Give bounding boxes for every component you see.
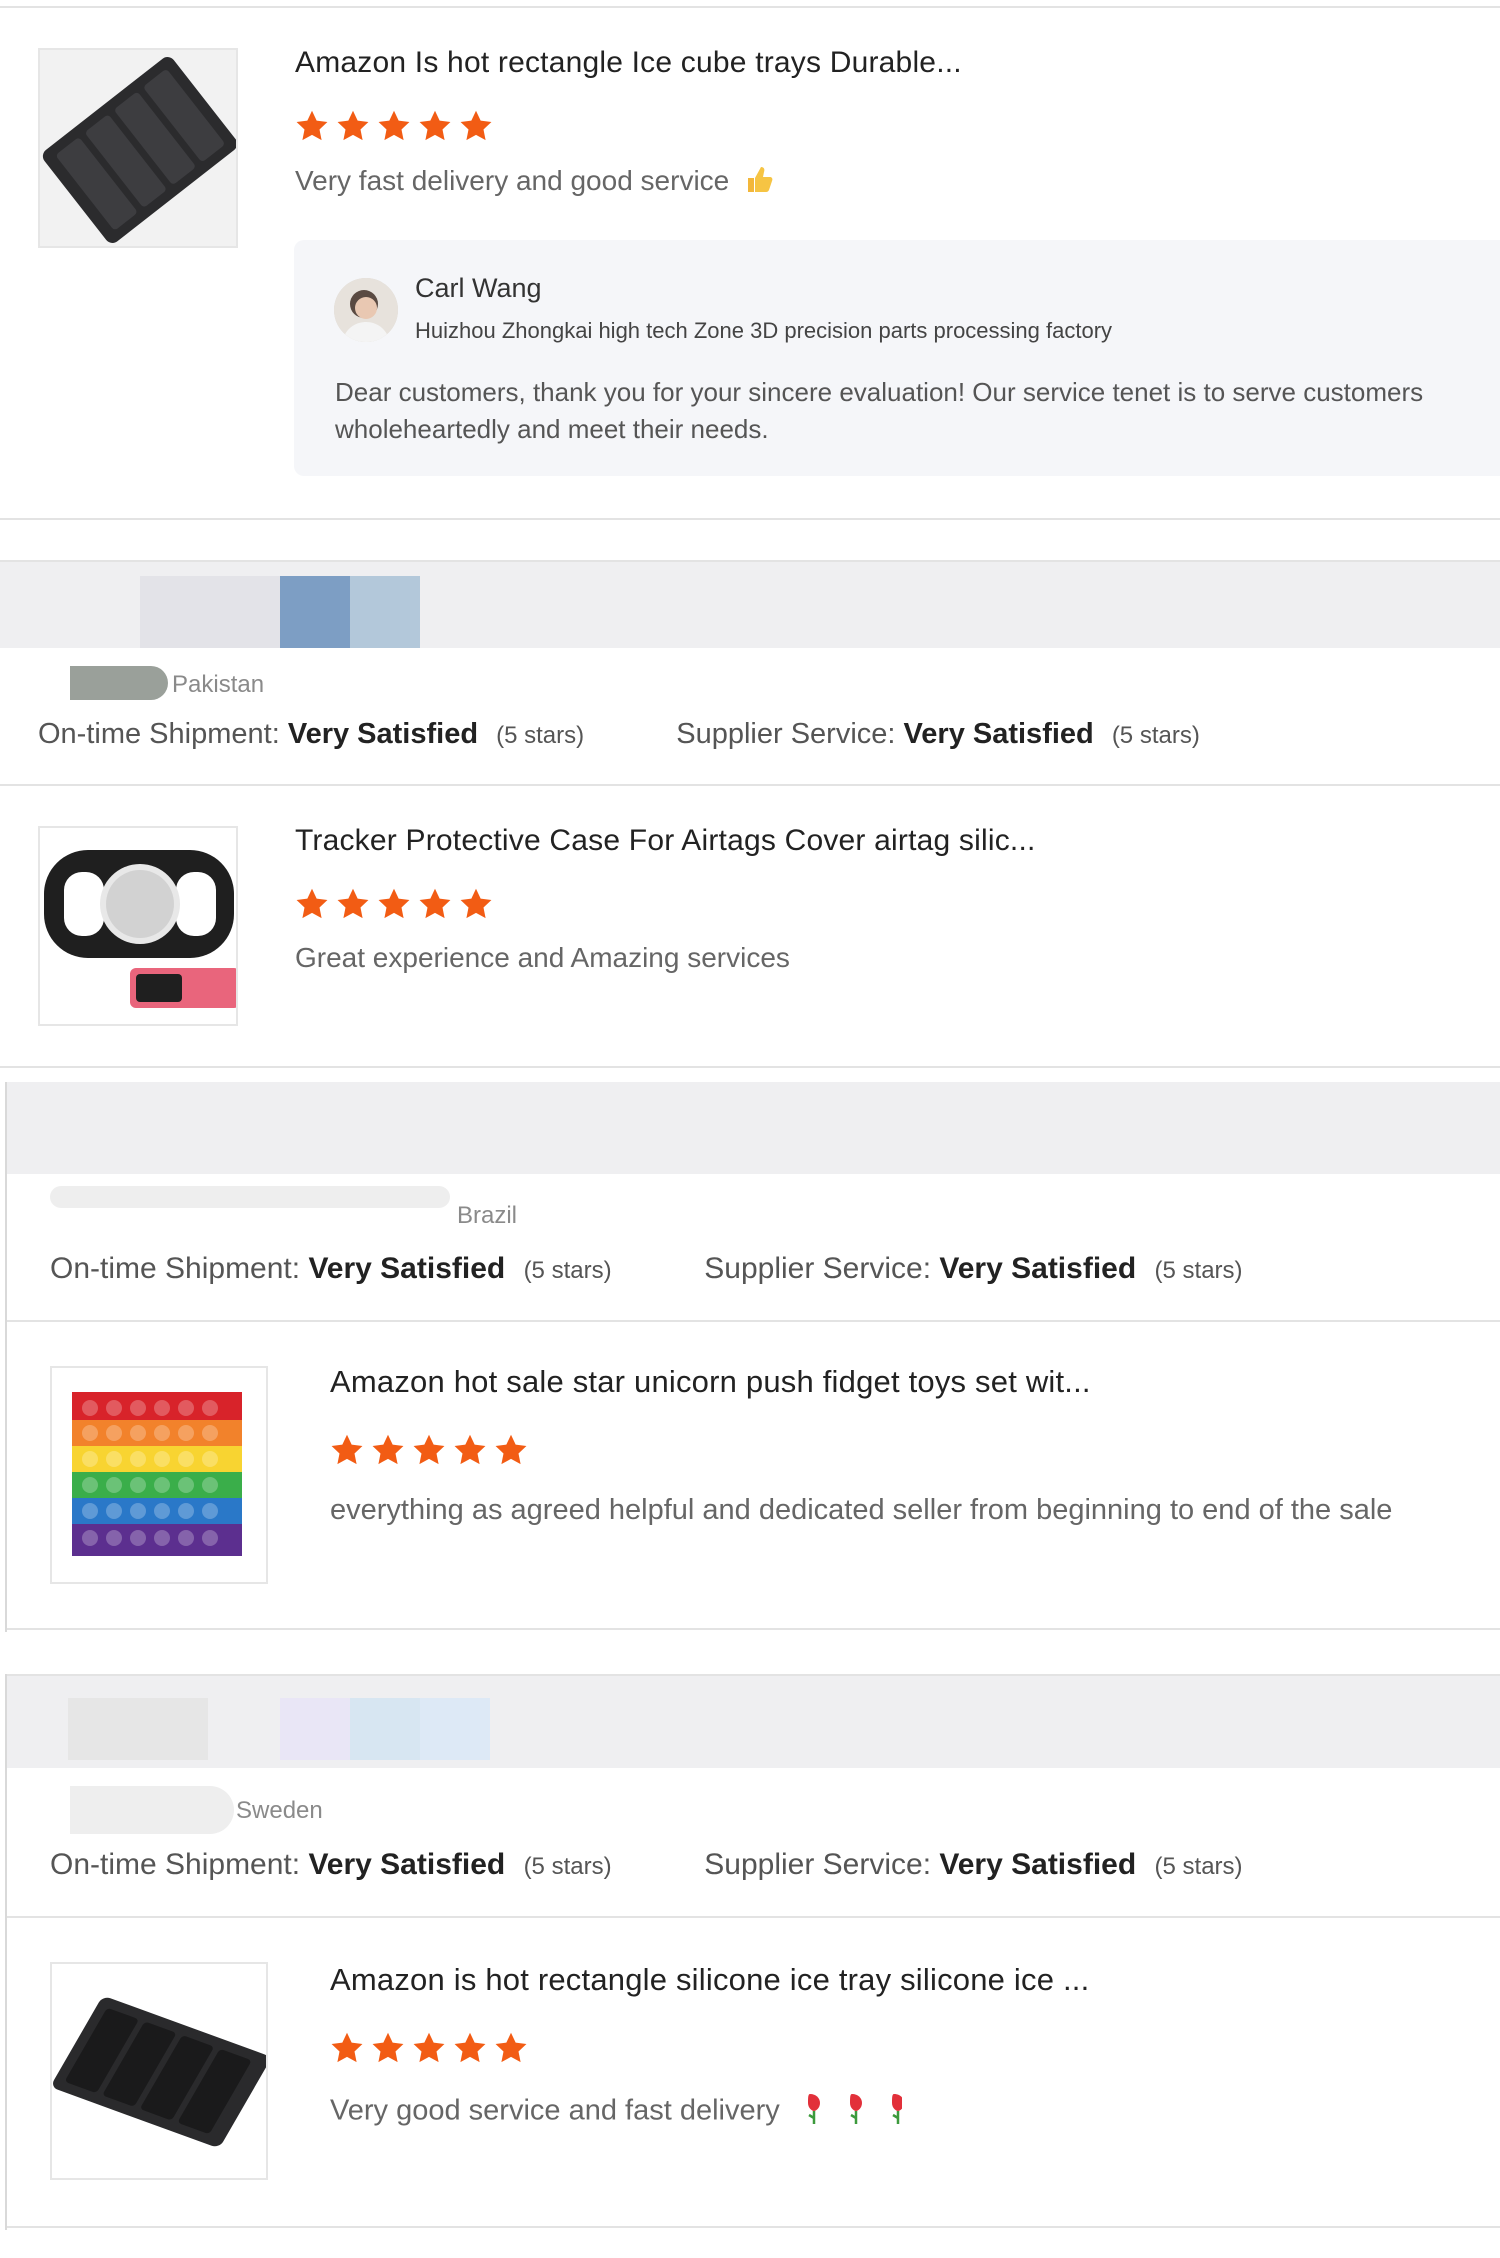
divider <box>0 1066 1500 1068</box>
shipment-stars: (5 stars) <box>523 1853 612 1880</box>
blurred-reviewer-name <box>50 1186 450 1208</box>
blurred-avatar <box>280 1698 350 1760</box>
service-label: Supplier Service: <box>704 1252 932 1285</box>
service-stars: (5 stars) <box>1154 1257 1243 1284</box>
divider <box>0 560 1500 562</box>
blurred-reviewer-name <box>70 666 168 700</box>
divider <box>7 1916 1500 1918</box>
divider <box>7 1320 1500 1322</box>
divider <box>0 784 1500 786</box>
service-stars: (5 stars) <box>1111 722 1200 749</box>
star-icon <box>419 110 451 141</box>
reviewer-country: Sweden <box>236 1797 323 1824</box>
star-icon <box>413 2032 445 2063</box>
product-thumbnail-airtag-case[interactable] <box>38 826 238 1026</box>
service-value: Very Satisfied <box>939 1252 1137 1285</box>
divider <box>7 1628 1500 1630</box>
review-text: Great experience and Amazing services <box>295 942 790 973</box>
review-text: Very good service and fast delivery <box>330 2094 780 2127</box>
star-rating <box>329 1432 529 1468</box>
blurred-avatar <box>68 1698 208 1760</box>
review-text: Very fast delivery and good service <box>295 164 730 196</box>
star-icon <box>495 2032 527 2063</box>
divider <box>7 2226 1500 2228</box>
service-value: Very Satisfied <box>903 718 1094 750</box>
product-title[interactable]: Amazon is hot rectangle silicone ice tra… <box>330 1962 1089 1998</box>
shipment-stars: (5 stars) <box>496 722 585 749</box>
star-icon <box>378 888 410 919</box>
reply-company: Huizhou Zhongkai high tech Zone 3D preci… <box>415 318 1113 343</box>
star-icon <box>460 888 492 919</box>
star-icon <box>419 888 451 919</box>
service-value: Very Satisfied <box>939 1848 1137 1881</box>
product-title[interactable]: Tracker Protective Case For Airtags Cove… <box>295 824 1036 858</box>
thumbs-up-icon <box>745 164 773 201</box>
blurred-avatar <box>280 576 350 648</box>
star-icon <box>372 2032 404 2063</box>
service-label: Supplier Service: <box>676 718 896 750</box>
star-icon <box>378 110 410 141</box>
shipment-value: Very Satisfied <box>308 1252 506 1285</box>
star-icon <box>296 888 328 919</box>
shipment-label: On-time Shipment: <box>50 1848 301 1881</box>
product-title[interactable]: Amazon Is hot rectangle Ice cube trays D… <box>295 46 962 80</box>
blurred-avatar <box>350 576 420 648</box>
star-icon <box>454 1434 486 1465</box>
product-title[interactable]: Amazon hot sale star unicorn push fidget… <box>330 1364 1091 1400</box>
divider <box>0 6 1500 8</box>
star-rating <box>294 886 494 922</box>
divider <box>0 518 1500 520</box>
reply-text: Dear customers, thank you for your since… <box>335 377 1424 444</box>
rose-icon <box>802 2090 904 2134</box>
ratings-summary: On-time Shipment: Very Satisfied (5 star… <box>38 718 1200 751</box>
star-icon <box>413 1434 445 1465</box>
airtag-case-image <box>40 828 236 1024</box>
review-text: everything as agreed helpful and dedicat… <box>330 1494 1393 1526</box>
reviewer-header <box>7 1676 1500 1768</box>
product-thumbnail-silicone-ice-tray[interactable] <box>50 1962 268 2180</box>
reviewer-country: Brazil <box>457 1202 518 1229</box>
blurred-avatar <box>420 1698 490 1760</box>
service-label: Supplier Service: <box>704 1848 932 1881</box>
reviewer-header <box>7 1082 1500 1174</box>
ratings-summary: On-time Shipment: Very Satisfied (5 star… <box>50 1848 1243 1882</box>
reviewer-country: Pakistan <box>172 671 265 698</box>
star-icon <box>331 2032 363 2063</box>
blurred-reviewer-name <box>70 1786 234 1834</box>
shipment-stars: (5 stars) <box>523 1257 612 1284</box>
ice-tray-image <box>40 50 236 246</box>
star-rating <box>294 108 494 144</box>
star-icon <box>454 2032 486 2063</box>
star-icon <box>337 110 369 141</box>
star-icon <box>372 1434 404 1465</box>
shipment-value: Very Satisfied <box>308 1848 506 1881</box>
shipment-label: On-time Shipment: <box>38 718 280 750</box>
reply-author-name: Carl Wang <box>415 273 542 303</box>
ratings-summary: On-time Shipment: Very Satisfied (5 star… <box>50 1252 1243 1286</box>
blurred-avatar <box>350 1698 420 1760</box>
star-icon <box>495 1434 527 1465</box>
review-text-row: Very fast delivery and good service <box>295 164 773 201</box>
star-icon <box>331 1434 363 1465</box>
product-thumbnail-fidget-toy[interactable] <box>50 1366 268 1584</box>
star-icon <box>460 110 492 141</box>
star-icon <box>337 888 369 919</box>
blurred-avatar <box>140 576 280 648</box>
shipment-value: Very Satisfied <box>287 718 479 750</box>
star-rating <box>329 2030 529 2066</box>
product-thumbnail-ice-tray[interactable] <box>38 48 238 248</box>
service-stars: (5 stars) <box>1154 1853 1243 1880</box>
fidget-toy-image <box>52 1368 266 1582</box>
avatar <box>334 278 398 342</box>
shipment-label: On-time Shipment: <box>50 1252 301 1285</box>
star-icon <box>296 110 328 141</box>
review-text-row: Very good service and fast delivery <box>330 2090 904 2134</box>
silicone-ice-tray-image <box>52 1964 266 2178</box>
